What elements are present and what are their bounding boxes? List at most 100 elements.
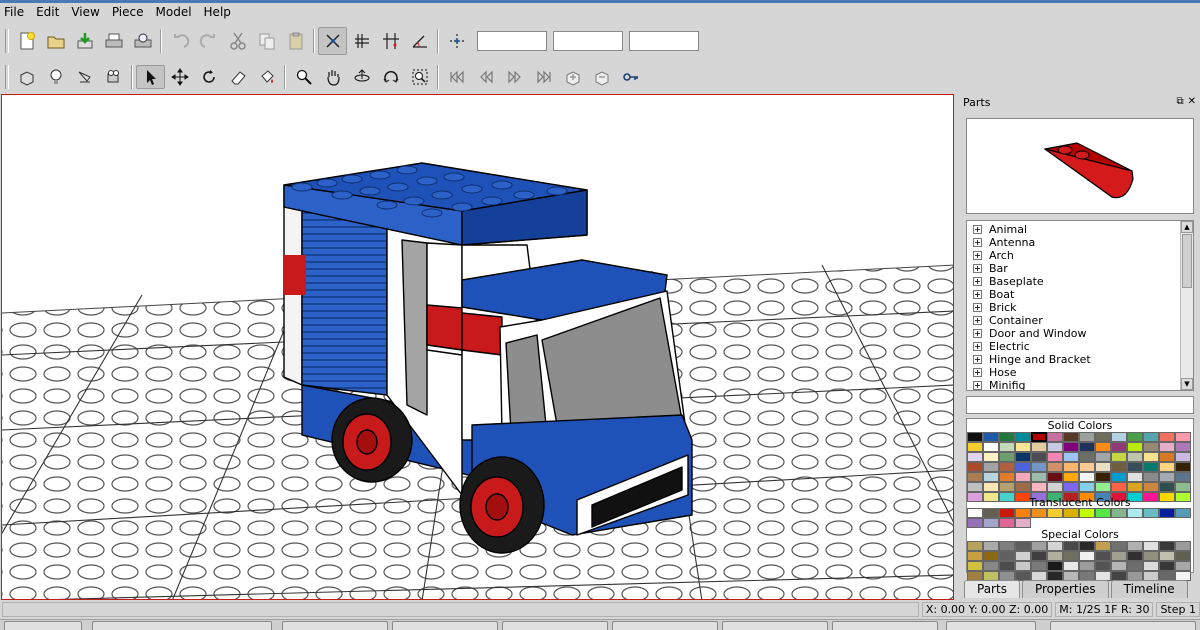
tree-category-item[interactable]: Container — [973, 314, 1043, 327]
color-swatch[interactable] — [1159, 508, 1175, 518]
zoom-tool-button[interactable] — [289, 65, 318, 89]
expand-icon[interactable] — [973, 329, 982, 338]
color-swatch[interactable] — [1143, 452, 1159, 462]
color-swatch[interactable] — [1159, 452, 1175, 462]
color-swatch[interactable] — [983, 541, 999, 551]
color-swatch[interactable] — [1015, 462, 1031, 472]
color-swatch[interactable] — [1047, 561, 1063, 571]
color-swatch[interactable] — [999, 472, 1015, 482]
copy-button[interactable] — [252, 27, 281, 55]
menu-help[interactable]: Help — [198, 3, 237, 21]
undo-button[interactable] — [165, 27, 194, 55]
color-swatch[interactable] — [1095, 432, 1111, 442]
expand-icon[interactable] — [973, 251, 982, 260]
spotlight-button[interactable] — [70, 65, 99, 89]
color-swatch[interactable] — [1063, 452, 1079, 462]
color-swatch[interactable] — [1095, 508, 1111, 518]
expand-icon[interactable] — [973, 355, 982, 364]
color-swatch[interactable] — [983, 452, 999, 462]
color-swatch[interactable] — [1159, 472, 1175, 482]
scroll-down-icon[interactable]: ▼ — [1181, 378, 1193, 390]
parts-search-input[interactable] — [966, 396, 1194, 414]
save-button[interactable] — [70, 27, 99, 55]
color-swatch[interactable] — [1031, 482, 1047, 492]
expand-icon[interactable] — [973, 303, 982, 312]
color-swatch[interactable] — [1063, 541, 1079, 551]
color-swatch[interactable] — [999, 442, 1015, 452]
toolbar-grip[interactable] — [5, 29, 9, 53]
color-swatch[interactable] — [1079, 432, 1095, 442]
tree-category-item[interactable]: Hose — [973, 366, 1017, 379]
color-swatch[interactable] — [967, 508, 983, 518]
toolbar-grip[interactable] — [5, 65, 9, 89]
color-swatch[interactable] — [967, 561, 983, 571]
color-swatch[interactable] — [1015, 551, 1031, 561]
color-swatch[interactable] — [1079, 442, 1095, 452]
color-swatch[interactable] — [1031, 561, 1047, 571]
tree-category-item[interactable]: Bar — [973, 262, 1008, 275]
insert-step-button[interactable] — [558, 65, 587, 89]
rotate-tool-button[interactable] — [194, 65, 223, 89]
snap-angle-button[interactable] — [405, 27, 434, 55]
snap-z-button[interactable] — [347, 27, 376, 55]
insert-piece-button[interactable] — [12, 65, 41, 89]
pan-tool-button[interactable] — [318, 65, 347, 89]
tree-category-item[interactable]: Arch — [973, 249, 1014, 262]
color-swatch[interactable] — [1175, 432, 1191, 442]
translucent-colors-grid[interactable] — [967, 508, 1191, 528]
key-button[interactable] — [616, 65, 645, 89]
color-swatch[interactable] — [1127, 482, 1143, 492]
color-swatch[interactable] — [1047, 551, 1063, 561]
tree-category-item[interactable]: Baseplate — [973, 275, 1044, 288]
next-step-button[interactable] — [500, 65, 529, 89]
color-swatch[interactable] — [999, 452, 1015, 462]
color-swatch[interactable] — [1031, 472, 1047, 482]
color-swatch[interactable] — [999, 462, 1015, 472]
taskbar-window-6[interactable] — [832, 621, 938, 630]
menu-file[interactable]: File — [0, 3, 30, 21]
color-swatch[interactable] — [1175, 452, 1191, 462]
tab-timeline[interactable]: Timeline — [1110, 580, 1188, 598]
color-swatch[interactable] — [1159, 442, 1175, 452]
color-swatch[interactable] — [999, 432, 1015, 442]
color-swatch[interactable] — [1063, 561, 1079, 571]
color-swatch[interactable] — [1175, 472, 1191, 482]
color-swatch[interactable] — [1079, 452, 1095, 462]
color-swatch[interactable] — [1143, 541, 1159, 551]
color-swatch[interactable] — [1175, 442, 1191, 452]
color-swatch[interactable] — [1095, 462, 1111, 472]
color-swatch[interactable] — [1047, 442, 1063, 452]
color-swatch[interactable] — [1015, 442, 1031, 452]
color-swatch[interactable] — [1111, 472, 1127, 482]
color-swatch[interactable] — [1111, 442, 1127, 452]
tab-properties[interactable]: Properties — [1021, 580, 1109, 598]
color-swatch[interactable] — [1079, 561, 1095, 571]
coord-y-field[interactable] — [553, 31, 623, 51]
close-icon[interactable]: ✕ — [1188, 97, 1196, 107]
color-picker[interactable]: Solid Colors Translucent Colors Special … — [966, 418, 1194, 581]
taskbar-window-1[interactable] — [282, 621, 388, 630]
color-swatch[interactable] — [1111, 462, 1127, 472]
tree-category-item[interactable]: Electric — [973, 340, 1030, 353]
color-swatch[interactable] — [1143, 442, 1159, 452]
3d-viewport[interactable] — [1, 94, 954, 600]
color-swatch[interactable] — [1047, 432, 1063, 442]
taskbar-launchers[interactable] — [92, 621, 272, 630]
color-swatch[interactable] — [1047, 482, 1063, 492]
print-preview-button[interactable] — [128, 27, 157, 55]
move-tool-button[interactable] — [165, 65, 194, 89]
redo-button[interactable] — [194, 27, 223, 55]
color-swatch[interactable] — [1175, 541, 1191, 551]
color-swatch[interactable] — [999, 561, 1015, 571]
color-swatch[interactable] — [1159, 462, 1175, 472]
color-swatch[interactable] — [983, 472, 999, 482]
color-swatch[interactable] — [1095, 472, 1111, 482]
tree-category-item[interactable]: Door and Window — [973, 327, 1087, 340]
color-swatch[interactable] — [999, 508, 1015, 518]
color-swatch[interactable] — [1015, 472, 1031, 482]
tree-scrollbar[interactable]: ▲ ▼ — [1180, 221, 1193, 390]
color-swatch[interactable] — [1031, 541, 1047, 551]
color-swatch[interactable] — [1095, 482, 1111, 492]
color-swatch[interactable] — [967, 518, 983, 528]
color-swatch[interactable] — [1175, 508, 1191, 518]
